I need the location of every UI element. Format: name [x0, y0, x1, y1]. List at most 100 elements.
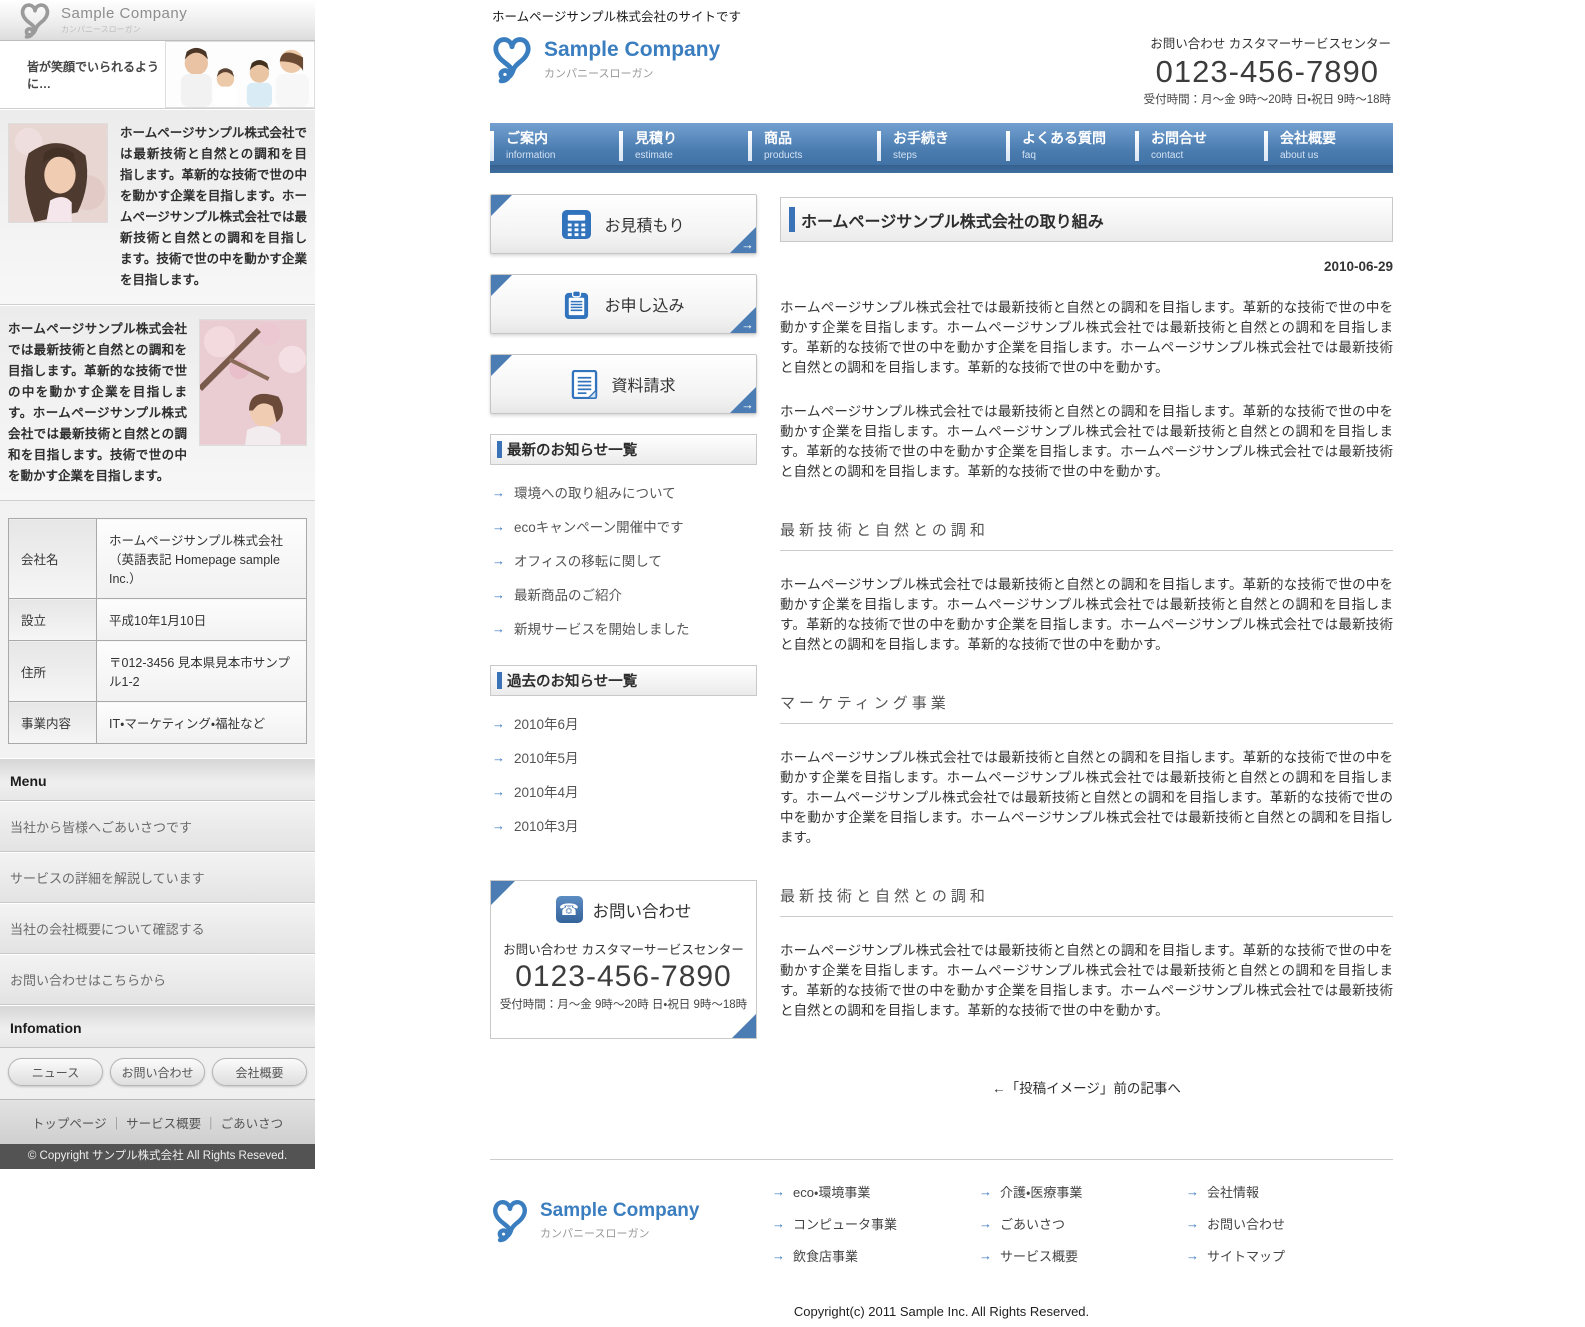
portrait-photo — [8, 123, 108, 223]
nav-label-jp: よくある質問 — [1022, 128, 1135, 148]
footer-link-top[interactable]: トップページ — [32, 1117, 126, 1131]
article-paragraph: ホームページサンプル株式会社では最新技術と自然との調和を目指します。革新的な技術… — [780, 748, 1393, 848]
footer-link[interactable]: →eco・環境事業 — [772, 1182, 979, 1201]
blossom-photo — [199, 319, 307, 446]
footer-column: →介護・医療事業 → ごあいさつ →サービス概要 — [979, 1182, 1186, 1278]
company-label: 設立 — [9, 599, 97, 641]
company-info-block: 会社名 ホームページサンプル株式会社 （英語表記 Homepage sample… — [0, 501, 315, 758]
news-item[interactable]: → ecoキャンペーン開催中です — [492, 509, 755, 543]
news-item-label: 環境への取り組みについて — [514, 482, 676, 502]
footer-link[interactable]: →コンピュータ事業 — [772, 1214, 979, 1233]
footer-link-services[interactable]: サービス概要 — [126, 1117, 220, 1131]
news-item[interactable]: →環境への取り組みについて — [492, 475, 755, 509]
arrow-icon: → — [492, 519, 505, 534]
company-value: ホームページサンプル株式会社 （英語表記 Homepage sample Inc… — [97, 519, 307, 599]
logo-name: Sample Company — [544, 38, 720, 62]
news-item[interactable]: →新規サービスを開始しました — [492, 611, 755, 645]
about-button[interactable]: 会社概要 — [212, 1058, 307, 1086]
news-archive-item[interactable]: →2010年6月 — [492, 706, 755, 740]
article-paragraph: ホームページサンプル株式会社では最新技術と自然との調和を目指します。革新的な技術… — [780, 941, 1393, 1021]
logo-heart-icon — [18, 0, 52, 40]
news-archive-item[interactable]: →2010年5月 — [492, 740, 755, 774]
article-subheading: マーケティング事業 — [780, 692, 1393, 724]
arrow-icon: → — [492, 716, 505, 731]
arrow-icon: → — [492, 587, 505, 602]
footer-link[interactable]: →飲食店事業 — [772, 1246, 979, 1265]
sidebar-item-company[interactable]: 当社の会社概要について確認する — [0, 903, 315, 954]
news-archive-item[interactable]: →2010年3月 — [492, 808, 755, 842]
footer-link[interactable]: →サービス概要 — [979, 1246, 1186, 1265]
footer-link-label: 飲食店事業 — [793, 1246, 858, 1265]
footer-link[interactable]: →お問い合わせ — [1186, 1214, 1393, 1233]
footer-link-label: ごあいさつ — [1000, 1214, 1065, 1233]
arrow-icon: → — [1186, 1248, 1199, 1263]
contact-button[interactable]: お問い合わせ — [110, 1058, 205, 1086]
button-label: お見積もり — [604, 212, 684, 236]
nav-item-steps[interactable]: お手続き steps — [877, 123, 1006, 165]
footer-copyright: Copyright(c) 2011 Sample Inc. All Rights… — [490, 1304, 1393, 1319]
sidebar-footer-links: トップページサービス概要ごあいさつ — [0, 1099, 315, 1144]
footer-link-label: eco・環境事業 — [793, 1182, 870, 1201]
nav-label-jp: ご案内 — [506, 128, 619, 148]
footer-link-greeting[interactable]: ごあいさつ — [221, 1117, 284, 1131]
previous-article-link[interactable]: ←「投稿イメージ」前の記事へ — [780, 1077, 1393, 1097]
nav-item-about[interactable]: 会社概要 about us — [1264, 123, 1393, 165]
news-item-label: 最新商品のご紹介 — [514, 584, 622, 604]
nav-label-jp: 会社概要 — [1280, 128, 1393, 148]
apply-button[interactable]: お申し込み → — [490, 274, 757, 334]
table-row: 会社名 ホームページサンプル株式会社 （英語表記 Homepage sample… — [9, 519, 307, 599]
sidebar-item-services[interactable]: サービスの詳細を解説しています — [0, 852, 315, 903]
information-heading: Infomation — [0, 1005, 315, 1048]
main-content: ホームページサンプル株式会社のサイトです Sample Company カンパニ… — [490, 0, 1393, 1327]
arrow-icon: → — [741, 397, 754, 412]
nav-label-en: steps — [893, 150, 1006, 161]
nav-label-en: about us — [1280, 150, 1393, 161]
brochure-button[interactable]: 資料請求 → — [490, 354, 757, 414]
nav-label-jp: お問合せ — [1151, 128, 1264, 148]
arrow-icon: → — [741, 237, 754, 252]
estimate-button[interactable]: お見積もり → — [490, 194, 757, 254]
article-title: ホームページサンプル株式会社の取り組み — [780, 197, 1393, 242]
nav-item-information[interactable]: ご案内 information — [490, 123, 619, 165]
archive-label: 2010年3月 — [514, 815, 579, 835]
footer-link[interactable]: →介護・医療事業 — [979, 1182, 1186, 1201]
sidebar-hero-banner: 皆が笑顔でいられるように… — [0, 41, 315, 109]
nav-item-contact[interactable]: お問合せ contact — [1135, 123, 1264, 165]
footer-logo[interactable]: Sample Company カンパニースローガン — [490, 1196, 772, 1244]
article: ホームページサンプル株式会社の取り組み 2010-06-29 ホームページサンプ… — [780, 194, 1393, 1097]
nav-label-en: products — [764, 150, 877, 161]
sidebar-item-greeting[interactable]: 当社から皆様へごあいさつです — [0, 801, 315, 852]
past-news-list: →2010年6月 →2010年5月 →2010年4月 →2010年3月 — [490, 696, 757, 858]
arrow-icon: → — [492, 621, 505, 636]
footer-link[interactable]: → ごあいさつ — [979, 1214, 1186, 1233]
logo-name: Sample Company — [540, 1200, 699, 1222]
page-footer: Sample Company カンパニースローガン →eco・環境事業 →コンピ… — [490, 1159, 1393, 1278]
arrow-icon: → — [1186, 1184, 1199, 1199]
sidebar-item-contact[interactable]: お問い合わせはこちらから — [0, 954, 315, 1005]
nav-item-estimate[interactable]: 見積り estimate — [619, 123, 748, 165]
sidebar-intro-section-1: ホームページサンプル株式会社では最新技術と自然との調和を目指します。革新的な技術… — [0, 109, 315, 305]
arrow-icon: → — [741, 317, 754, 332]
footer-column: →会社情報 →お問い合わせ →サイトマップ — [1186, 1182, 1393, 1278]
nav-label-en: information — [506, 150, 619, 161]
news-item[interactable]: →オフィスの移転に関して — [492, 543, 755, 577]
news-item-label: ecoキャンペーン開催中です — [514, 516, 684, 536]
arrow-icon: → — [979, 1216, 992, 1231]
nav-item-products[interactable]: 商品 products — [748, 123, 877, 165]
news-item[interactable]: → 最新商品のご紹介 — [492, 577, 755, 611]
article-paragraph: ホームページサンプル株式会社では最新技術と自然との調和を目指します。革新的な技術… — [780, 298, 1393, 378]
footer-link[interactable]: →サイトマップ — [1186, 1246, 1393, 1265]
intro-text: ホームページサンプル株式会社では最新技術と自然との調和を目指します。革新的な技術… — [120, 123, 307, 291]
header-contact: お問い合わせ カスタマーサービスセンター 0123-456-7890 受付時間：… — [1144, 33, 1391, 107]
nav-item-faq[interactable]: よくある質問 faq — [1006, 123, 1135, 165]
footer-link-columns: →eco・環境事業 →コンピュータ事業 →飲食店事業 →介護・医療事業 →ごあい… — [772, 1182, 1393, 1278]
sidebar-logo-name: Sample Company — [61, 5, 187, 22]
contact-box-label: お問い合わせ カスタマーサービスセンター — [499, 939, 748, 958]
footer-link-label: コンピュータ事業 — [793, 1214, 897, 1233]
company-label: 会社名 — [9, 519, 97, 599]
article-date: 2010-06-29 — [780, 259, 1393, 274]
logo-slogan: カンパニースローガン — [540, 1225, 699, 1241]
news-archive-item[interactable]: →2010年4月 — [492, 774, 755, 808]
footer-link[interactable]: →会社情報 — [1186, 1182, 1393, 1201]
news-button[interactable]: ニュース — [8, 1058, 103, 1086]
